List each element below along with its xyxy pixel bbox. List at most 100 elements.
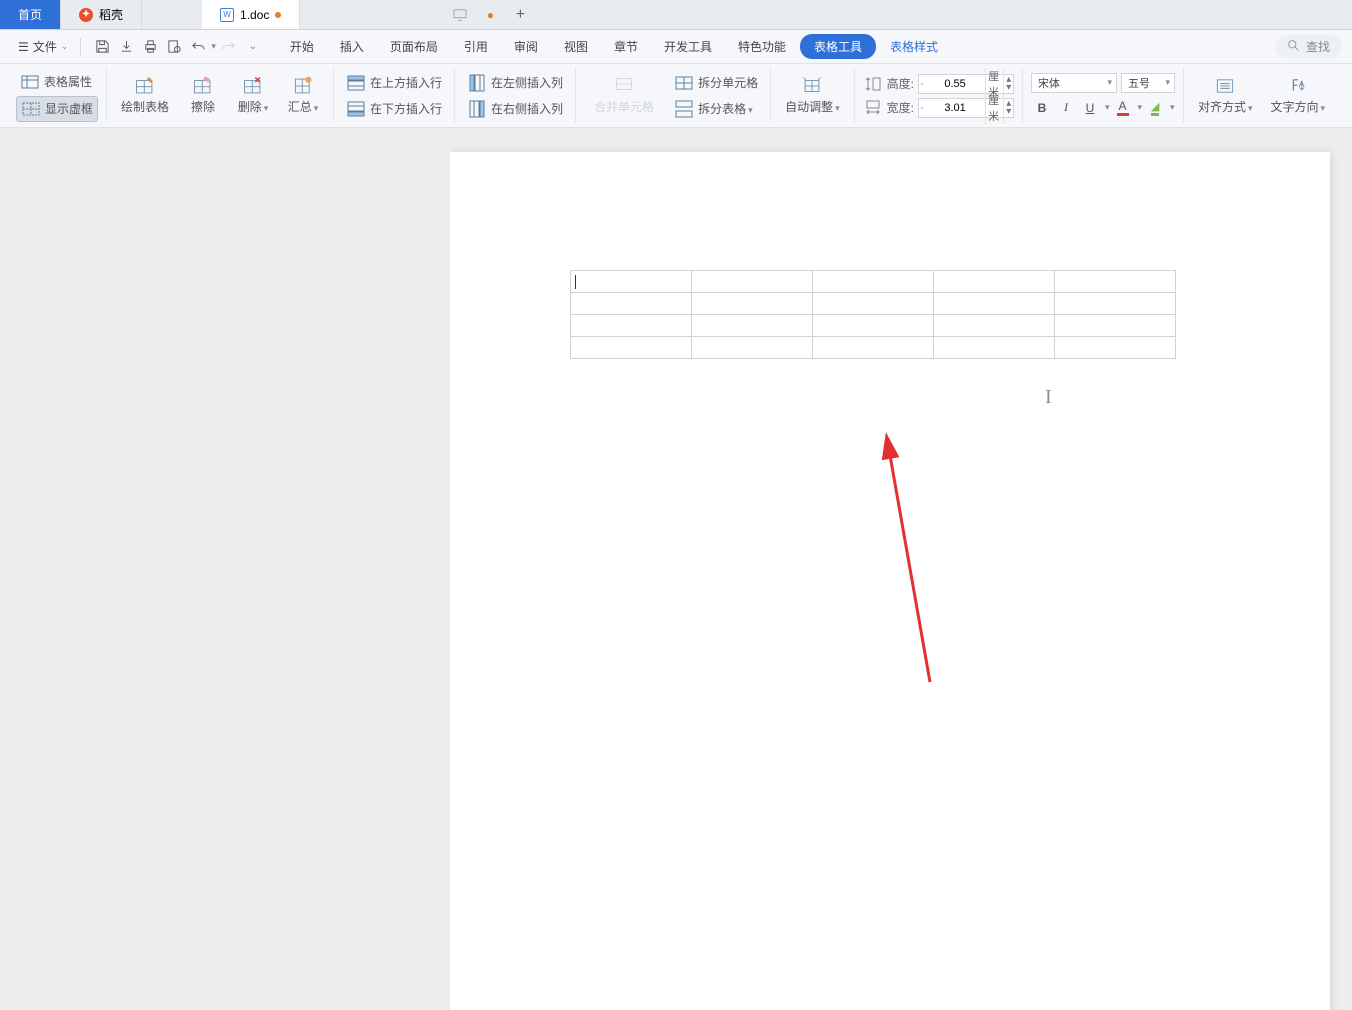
table-cell[interactable]	[1055, 337, 1176, 359]
ribbon-tab-review[interactable]: 审阅	[502, 32, 550, 61]
table-properties-label: 表格属性	[44, 73, 92, 90]
summary-label: 汇总▾	[288, 98, 319, 115]
ribbon-tab-references[interactable]: 引用	[452, 32, 500, 61]
underline-dropdown-icon[interactable]: ▾	[1105, 102, 1110, 113]
alignment-button[interactable]: 对齐方式▾	[1192, 74, 1259, 117]
delete-button[interactable]: 删除▾	[231, 74, 275, 117]
row-height-input[interactable]: - 厘米 ▴▾	[918, 74, 1014, 94]
font-color-button[interactable]: A	[1112, 97, 1134, 119]
font-size-select[interactable]: 五号	[1121, 73, 1175, 93]
text-direction-button[interactable]: A 文字方向▾	[1265, 74, 1332, 117]
table-cell[interactable]	[813, 271, 934, 293]
highlight-dropdown-icon[interactable]: ▾	[1170, 102, 1175, 113]
ribbon-tab-devtools[interactable]: 开发工具	[652, 32, 724, 61]
page-area[interactable]: ▾ I	[450, 128, 1352, 1010]
export-button[interactable]	[115, 36, 137, 58]
new-tab-button[interactable]: +	[500, 0, 540, 29]
table-cell[interactable]	[934, 315, 1055, 337]
table-cell[interactable]	[571, 293, 692, 315]
search-box[interactable]: 查找	[1275, 35, 1342, 58]
table-cell[interactable]	[571, 271, 692, 293]
table-row[interactable]	[571, 293, 1176, 315]
table-cell[interactable]	[934, 293, 1055, 315]
merge-cells-button[interactable]: 合并单元格	[584, 72, 664, 119]
width-stepper[interactable]: ▴▾	[1004, 100, 1013, 116]
table-cell[interactable]	[934, 337, 1055, 359]
customize-qa-button[interactable]: ⌄	[242, 36, 264, 58]
autofit-button[interactable]: 自动调整▾	[779, 74, 846, 117]
insert-row-below-button[interactable]: 在下方插入行	[342, 97, 446, 121]
insert-row-above-icon	[346, 73, 366, 93]
merge-cells-icon	[614, 74, 634, 94]
ribbon-tab-pagelayout[interactable]: 页面布局	[378, 32, 450, 61]
row-height-value[interactable]	[925, 78, 985, 90]
save-button[interactable]	[91, 36, 113, 58]
table-cell[interactable]	[571, 315, 692, 337]
print-button[interactable]	[139, 36, 161, 58]
table-cell[interactable]	[692, 293, 813, 315]
delete-label: 删除▾	[238, 98, 269, 115]
ribbon-tab-insert[interactable]: 插入	[328, 32, 376, 61]
font-family-select[interactable]: 宋体	[1031, 73, 1117, 93]
document-page[interactable]: ▾ I	[450, 152, 1330, 1010]
show-gridlines-label: 显示虚框	[45, 100, 93, 117]
draw-table-button[interactable]: 绘制表格	[115, 74, 175, 117]
table-row[interactable]	[571, 271, 1176, 293]
split-cells-button[interactable]: 拆分单元格	[670, 71, 762, 95]
text-direction-icon: A	[1288, 76, 1308, 96]
file-menu-button[interactable]: ☰ 文件 ⌄	[10, 35, 76, 58]
draw-table-label: 绘制表格	[121, 98, 169, 115]
col-width-input[interactable]: - 厘米 ▴▾	[918, 98, 1014, 118]
table-cell[interactable]	[1055, 315, 1176, 337]
table-cell[interactable]	[813, 337, 934, 359]
table-cell[interactable]	[934, 271, 1055, 293]
undo-dropdown-icon[interactable]: ▾	[211, 41, 216, 52]
search-icon	[1287, 39, 1300, 55]
table-cell[interactable]	[1055, 271, 1176, 293]
table-cell[interactable]	[571, 337, 692, 359]
tab-home[interactable]: 首页	[0, 0, 61, 29]
highlight-button[interactable]: ◢	[1144, 97, 1166, 119]
show-gridlines-button[interactable]: 显示虚框	[16, 96, 98, 122]
table-cell[interactable]	[813, 315, 934, 337]
undo-button[interactable]	[187, 36, 209, 58]
insert-row-above-label: 在上方插入行	[370, 74, 442, 91]
screen-icon[interactable]	[440, 0, 480, 29]
table-cell[interactable]	[692, 337, 813, 359]
insert-row-above-button[interactable]: 在上方插入行	[342, 71, 446, 95]
ribbon-tabs: 开始 插入 页面布局 引用 审阅 视图 章节 开发工具 特色功能 表格工具 表格…	[278, 32, 950, 61]
ribbon-tab-features[interactable]: 特色功能	[726, 32, 798, 61]
summary-button[interactable]: 汇总▾	[281, 74, 325, 117]
ribbon-tab-start[interactable]: 开始	[278, 32, 326, 61]
table-cell[interactable]	[692, 315, 813, 337]
table-cell[interactable]	[692, 271, 813, 293]
table-cell[interactable]	[813, 293, 934, 315]
table-cell[interactable]	[1055, 293, 1176, 315]
tab-daoke[interactable]: ✦ 稻壳	[61, 0, 142, 29]
table-row[interactable]	[571, 315, 1176, 337]
insert-col-right-button[interactable]: 在右侧插入列	[463, 97, 567, 121]
underline-button[interactable]: U	[1079, 97, 1101, 119]
ribbon-tab-chapter[interactable]: 章节	[602, 32, 650, 61]
redo-button[interactable]	[218, 36, 240, 58]
split-table-button[interactable]: 拆分表格▾	[670, 97, 762, 121]
col-width-value[interactable]	[925, 102, 985, 114]
ribbon-tab-view[interactable]: 视图	[552, 32, 600, 61]
bold-button[interactable]: B	[1031, 97, 1053, 119]
italic-button[interactable]: I	[1055, 97, 1077, 119]
eraser-button[interactable]: 擦除	[181, 74, 225, 117]
gridlines-icon	[21, 99, 41, 119]
table-row[interactable]	[571, 337, 1176, 359]
search-label: 查找	[1306, 38, 1330, 55]
document-table[interactable]	[570, 270, 1176, 359]
insert-row-below-icon	[346, 99, 366, 119]
insert-col-left-button[interactable]: 在左侧插入列	[463, 71, 567, 95]
split-table-icon	[674, 99, 694, 119]
ribbon-tab-tabletools[interactable]: 表格工具	[800, 34, 876, 59]
print-preview-button[interactable]	[163, 36, 185, 58]
ribbon-tab-tablestyle[interactable]: 表格样式	[878, 32, 950, 61]
height-stepper[interactable]: ▴▾	[1004, 76, 1013, 92]
tab-document[interactable]: W 1.doc	[202, 0, 300, 29]
table-properties-button[interactable]: 表格属性	[16, 70, 98, 94]
font-color-dropdown-icon[interactable]: ▾	[1138, 102, 1143, 113]
